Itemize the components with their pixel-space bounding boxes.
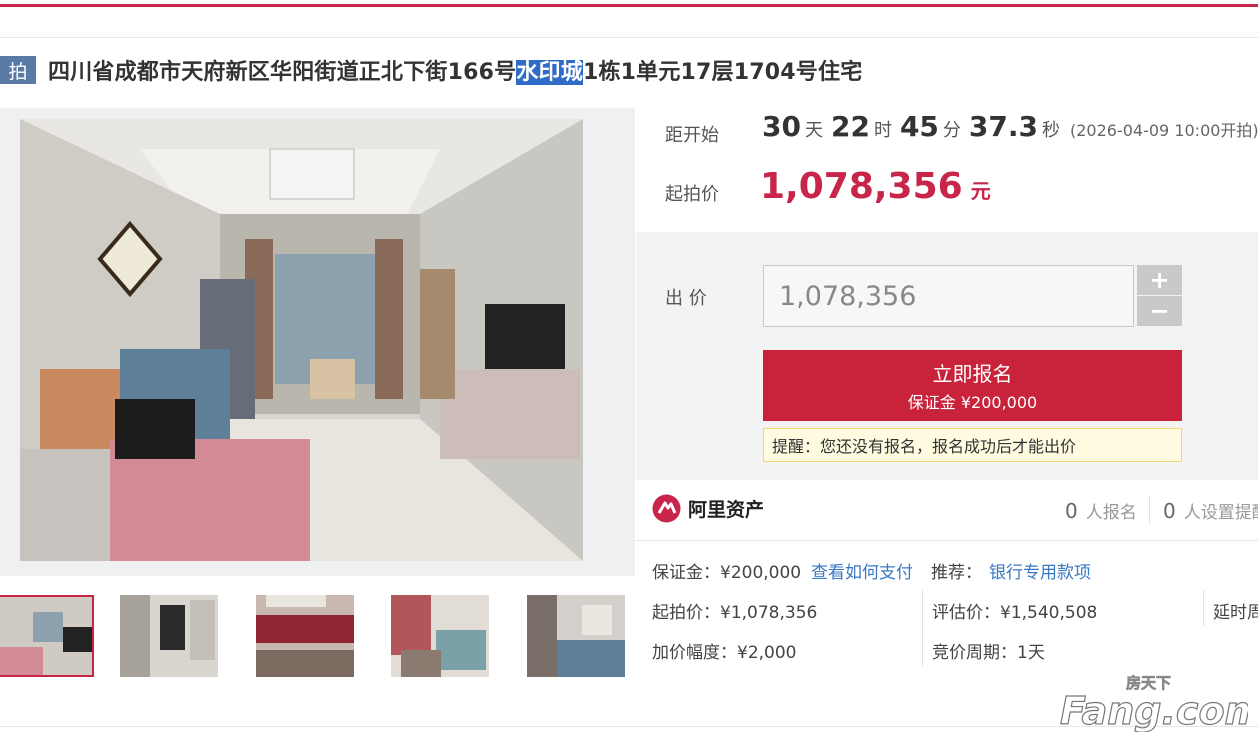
- deposit-label: 保证金 ¥200,000: [907, 393, 1038, 412]
- counts-divider: [1149, 496, 1150, 524]
- thumbnail-1[interactable]: [0, 595, 94, 677]
- reminders-label: 人设置提醒: [1183, 503, 1258, 523]
- start-price-value: 1,078,356: [760, 166, 963, 207]
- listing-title-row: 拍 四川省成都市天府新区华阳街道正北下街166号水印城1栋1单元17层1704号…: [0, 54, 862, 86]
- countdown-days: 30: [762, 110, 801, 143]
- top-accent-bar: [0, 0, 1258, 7]
- fang-watermark: 房天下 Fang.com: [1059, 674, 1248, 732]
- signups-label: 人报名: [1085, 503, 1137, 523]
- countdown-seconds: 37.3: [968, 110, 1038, 143]
- countdown-hours-unit: 时: [873, 120, 892, 141]
- thumbnail-image: [256, 595, 354, 677]
- signup-label: 立即报名: [932, 362, 1013, 386]
- bank-fund-link[interactable]: 银行专用款项: [989, 558, 1091, 583]
- countdown-timer: 30 天 22 时 45 分 37.3 秒 (2026-04-09 10:00开拍): [762, 110, 1258, 150]
- thumbnail-image: [527, 595, 625, 677]
- bid-label: 出 价: [665, 288, 707, 309]
- thumbnail-image: [120, 595, 218, 677]
- details-divider: [1203, 590, 1204, 626]
- reminders-count: 0 人设置提醒: [1163, 498, 1258, 523]
- signup-button[interactable]: 立即报名 保证金 ¥200,000: [763, 350, 1182, 421]
- appraisal-info: 评估价：¥1,540,508: [932, 603, 1098, 623]
- countdown-seconds-unit: 秒: [1042, 120, 1060, 141]
- details-divider: [922, 590, 923, 666]
- main-photo[interactable]: [20, 119, 583, 561]
- recommend-label: 推荐：: [931, 563, 982, 583]
- auction-tag: 拍: [0, 56, 36, 84]
- start-price: 1,078,356 元: [760, 166, 991, 207]
- countdown-days-unit: 天: [804, 120, 823, 141]
- how-to-pay-link[interactable]: 查看如何支付: [811, 558, 913, 583]
- thumbnail-4[interactable]: [391, 595, 489, 677]
- signup-notice: 提醒：您还没有报名，报名成功后才能出价: [763, 428, 1182, 462]
- title-part: 1栋1单元17层1704号住宅: [582, 60, 863, 85]
- title-highlight: 水印城: [516, 60, 583, 85]
- thumbnail-2[interactable]: [120, 595, 218, 677]
- start-price-info: 起拍价：¥1,078,356: [652, 603, 818, 623]
- cycle-info: 竞价周期：1天: [932, 643, 1045, 663]
- thumbnail-5[interactable]: [527, 595, 625, 677]
- start-time: (2026-04-09 10:00开拍): [1070, 121, 1258, 140]
- start-price-unit: 元: [970, 179, 991, 203]
- signups-count: 0 人报名: [1065, 498, 1137, 523]
- countdown-label: 距开始: [665, 125, 719, 146]
- thumbnail-image: [0, 597, 92, 675]
- bid-input[interactable]: 1,078,356: [763, 265, 1134, 327]
- thumbnail-3[interactable]: [256, 595, 354, 677]
- start-price-label: 起拍价: [665, 184, 719, 205]
- svg-text:Fang.com: Fang.com: [1060, 689, 1248, 732]
- listing-title: 四川省成都市天府新区华阳街道正北下街166号水印城1栋1单元17层1704号住宅: [48, 54, 862, 86]
- decrease-bid-button[interactable]: −: [1137, 296, 1182, 326]
- increase-bid-button[interactable]: +: [1137, 265, 1182, 295]
- reminders-number: 0: [1163, 499, 1176, 523]
- main-photo-frame: [0, 108, 635, 576]
- countdown-minutes: 45: [899, 110, 939, 143]
- deposit-info: 保证金：¥200,000: [652, 563, 802, 583]
- signups-number: 0: [1065, 499, 1078, 523]
- thumbnail-image: [391, 595, 489, 677]
- countdown-minutes-unit: 分: [942, 120, 961, 141]
- header-divider: [0, 37, 1258, 38]
- platform-name: 阿里资产: [688, 499, 765, 521]
- title-part: 四川省成都市天府新区华阳街道正北下街166号: [48, 60, 517, 85]
- platform-brand[interactable]: 阿里资产: [652, 494, 764, 523]
- delay-info: 延时周期: [1213, 603, 1258, 623]
- increment-info: 加价幅度：¥2,000: [652, 643, 797, 663]
- alibaba-asset-logo: [652, 494, 681, 523]
- countdown-hours: 22: [830, 110, 870, 143]
- info-divider: [636, 540, 1258, 541]
